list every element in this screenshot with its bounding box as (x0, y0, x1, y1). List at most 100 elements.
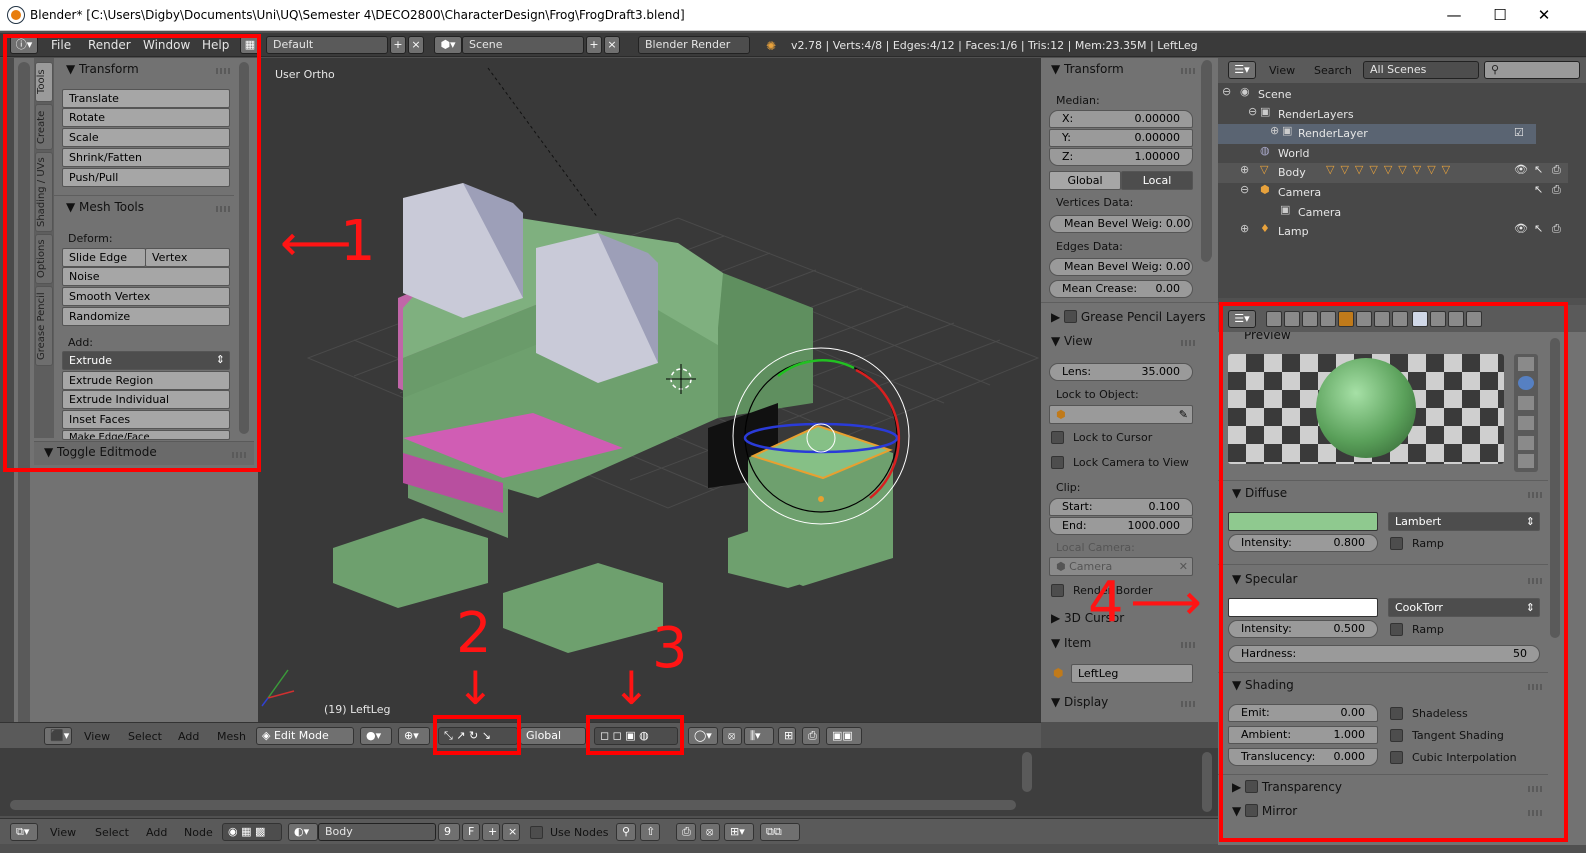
horizontal-scrollbar[interactable] (10, 800, 1016, 810)
editor-type-node-icon[interactable]: ⧉▾ (10, 823, 38, 841)
extrude-region-button[interactable]: Extrude Region (62, 371, 230, 390)
menu-mesh[interactable]: Mesh (217, 730, 246, 743)
diffuse-color-swatch[interactable] (1228, 512, 1378, 531)
data-tab-icon[interactable] (1392, 311, 1408, 327)
eyedropper-icon[interactable]: ✎ (1179, 408, 1188, 421)
viewport-shading-icon[interactable]: ●▾ (360, 727, 392, 745)
expand-icon[interactable]: ⊕ (1270, 124, 1279, 137)
panel-grip-icon[interactable] (1528, 492, 1542, 498)
clip-end-field[interactable]: End: 1000.000 (1049, 517, 1193, 535)
info-editor-type-button[interactable]: ⓘ▾ (10, 36, 38, 54)
display-panel-title[interactable]: ▼ Display (1051, 695, 1108, 709)
tab-grease-pencil[interactable]: Grease Pencil (35, 286, 53, 366)
layout-remove-icon[interactable]: × (408, 36, 424, 54)
tab-create[interactable]: Create (35, 104, 53, 150)
median-z-field[interactable]: Z: 1.00000 (1049, 148, 1193, 166)
median-y-field[interactable]: Y: 0.00000 (1049, 129, 1193, 147)
tool-shelf-scrollbar[interactable] (18, 62, 30, 732)
new-material-icon[interactable]: + (482, 823, 500, 841)
grease-pencil-checkbox[interactable] (1064, 310, 1078, 323)
render-still-icon[interactable]: ⎙ (802, 727, 820, 745)
translate-button[interactable]: Translate (62, 89, 230, 108)
specular-shader-select[interactable]: CookTorr ⇕ (1388, 598, 1540, 617)
specular-panel-title[interactable]: ▼ Specular (1232, 572, 1298, 586)
panel-grip-icon[interactable] (216, 68, 230, 74)
n-panel-scrollbar[interactable] (1202, 60, 1212, 260)
render-camera-icon[interactable]: ⎙ (1552, 163, 1561, 177)
unlink-material-icon[interactable]: × (502, 823, 520, 841)
transparency-panel-title[interactable]: ▶ Transparency (1232, 780, 1342, 794)
use-nodes-checkbox[interactable] (530, 826, 543, 839)
push-pull-button[interactable]: Push/Pull (62, 168, 230, 187)
render-layers-tab-icon[interactable] (1284, 311, 1300, 327)
select-arrow-icon[interactable]: ↖ (1534, 183, 1543, 196)
median-x-field[interactable]: X: 0.00000 (1049, 110, 1193, 128)
flat-preview-icon[interactable] (1518, 357, 1534, 371)
display-mode-select[interactable]: All Scenes (1363, 61, 1479, 79)
physics-tab-icon[interactable] (1466, 311, 1482, 327)
cubic-interpolation-checkbox[interactable] (1390, 751, 1403, 764)
snap-element-icon[interactable]: ⫼▾ (744, 727, 774, 745)
specular-color-swatch[interactable] (1228, 598, 1378, 617)
node-editor-area[interactable] (0, 748, 1218, 816)
make-edge-face-button[interactable]: Make Edge/Face (62, 430, 230, 440)
visibility-eye-icon[interactable]: 👁 (1514, 163, 1528, 176)
transform-panel-title[interactable]: ▼ Transform (66, 62, 139, 76)
scale-button[interactable]: Scale (62, 128, 230, 147)
hair-preview-icon[interactable] (1518, 436, 1534, 450)
snap-toggle-icon[interactable]: ⦻ (700, 823, 720, 841)
mirror-checkbox[interactable] (1245, 804, 1259, 817)
specular-intensity-field[interactable]: Intensity: 0.500 (1228, 620, 1378, 638)
expand-icon[interactable]: ⊕ (1240, 163, 1249, 176)
orientation-select[interactable]: Global (520, 727, 586, 745)
mean-crease-field[interactable]: Mean Crease: 0.00 (1049, 280, 1193, 298)
panel-grip-icon[interactable] (1528, 810, 1542, 816)
hardness-field[interactable]: Hardness: 50 (1228, 645, 1540, 663)
particles-tab-icon[interactable] (1448, 311, 1464, 327)
panel-grip-icon[interactable] (1181, 340, 1195, 346)
proportional-edit-icon[interactable]: ◯▾ (688, 727, 718, 745)
shading-panel-title[interactable]: ▼ Shading (1232, 678, 1294, 692)
mode-select[interactable]: ◈ Edit Mode (256, 727, 354, 745)
material-tab-icon[interactable] (1412, 311, 1428, 327)
inset-faces-button[interactable]: Inset Faces (62, 410, 230, 429)
scene-add-icon[interactable]: + (586, 36, 602, 54)
vertical-scrollbar[interactable] (1202, 752, 1212, 812)
maximize-button[interactable]: ☐ (1486, 4, 1514, 26)
panel-grip-icon[interactable] (1181, 642, 1195, 648)
scene-icon[interactable]: ⬢▾ (434, 36, 462, 54)
backdrop-icon[interactable]: ⎙ (676, 823, 696, 841)
tab-options[interactable]: Options (35, 234, 53, 284)
outliner-search-input[interactable]: ⚲ (1484, 61, 1580, 79)
lock-camera-checkbox[interactable] (1051, 456, 1064, 469)
monkey-preview-icon[interactable] (1518, 416, 1534, 430)
render-border-checkbox[interactable] (1051, 584, 1064, 597)
randomize-button[interactable]: Randomize (62, 307, 230, 326)
outliner-row-lamp[interactable]: ⊕ ♦ Lamp 👁 ↖ ⎙ (1218, 222, 1568, 242)
cube-preview-icon[interactable] (1518, 396, 1534, 410)
layout-field[interactable]: Default (266, 36, 388, 54)
snap-target-icon[interactable]: ⊞ (778, 727, 796, 745)
select-arrow-icon[interactable]: ↖ (1534, 163, 1543, 176)
menu-render[interactable]: Render (88, 38, 131, 52)
tab-shading-uvs[interactable]: Shading / UVs (35, 152, 53, 232)
mean-bevel-vertex-field[interactable]: Mean Bevel Weig: 0.00 (1049, 215, 1193, 233)
mesh-tools-panel-title[interactable]: ▼ Mesh Tools (66, 200, 144, 214)
texture-tab-icon[interactable] (1430, 311, 1446, 327)
properties-scrollbar[interactable] (1550, 338, 1560, 638)
collapse-icon[interactable]: ⊖ (1222, 85, 1231, 98)
clip-start-field[interactable]: Start: 0.100 (1049, 498, 1193, 516)
ambient-field[interactable]: Ambient: 1.000 (1228, 726, 1378, 744)
panel-grip-icon[interactable] (1528, 786, 1542, 792)
extrude-menu[interactable]: Extrude ⇕ (62, 351, 230, 370)
mirror-panel-title[interactable]: ▼ Mirror (1232, 804, 1297, 818)
editor-type-3d-icon[interactable]: ⬛▾ (44, 727, 72, 745)
render-camera-icon[interactable]: ⎙ (1552, 222, 1561, 236)
expand-icon[interactable]: ⊕ (1240, 222, 1249, 235)
slide-edge-button[interactable]: Slide Edge (62, 248, 146, 267)
go-parent-icon[interactable]: ⇧ (640, 823, 660, 841)
slide-vertex-button[interactable]: Vertex (145, 248, 230, 267)
menu-add[interactable]: Add (146, 826, 167, 839)
sphere-preview-icon[interactable] (1518, 376, 1534, 390)
panel-grip-icon[interactable] (1181, 701, 1195, 707)
